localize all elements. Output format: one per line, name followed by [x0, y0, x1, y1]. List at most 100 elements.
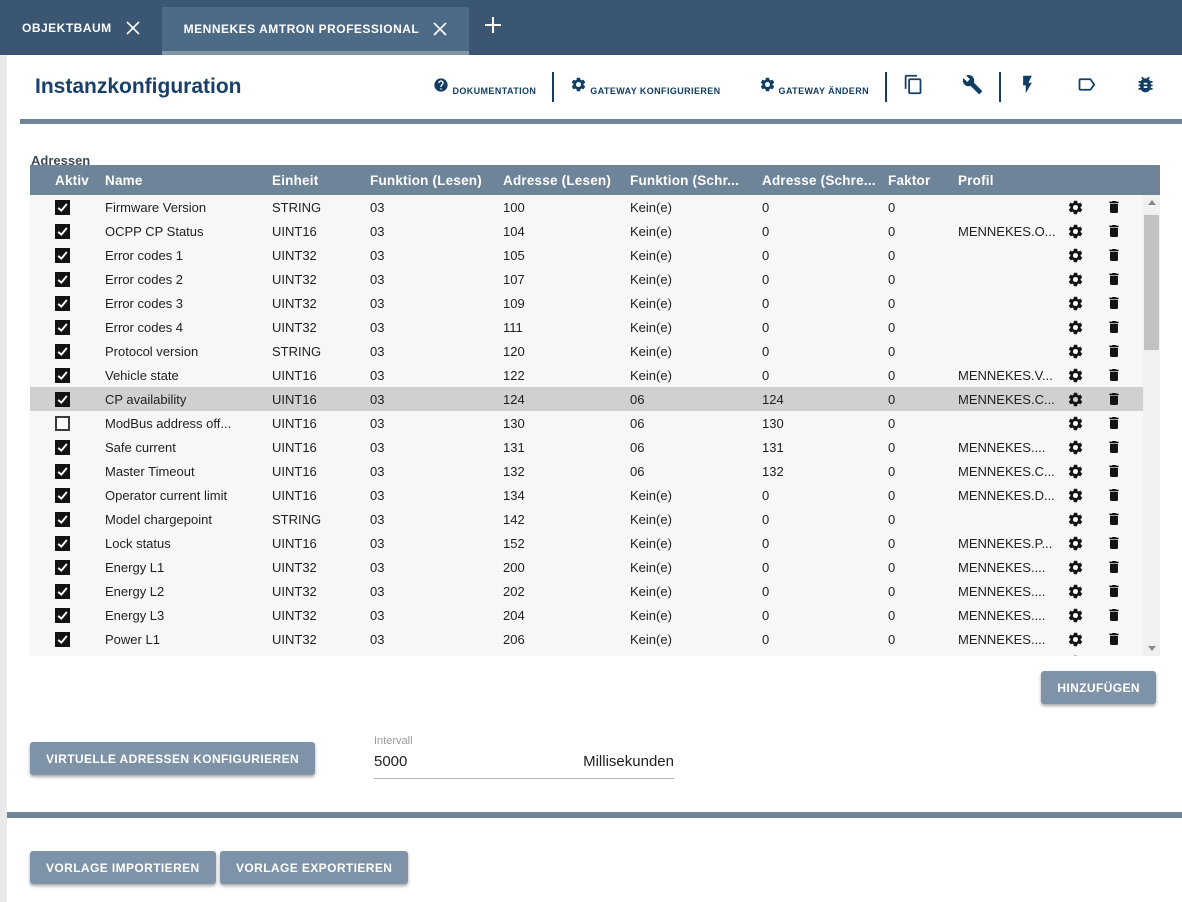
- row-active-checkbox[interactable]: [55, 248, 70, 263]
- row-settings-button[interactable]: [1065, 485, 1085, 505]
- add-tab-button[interactable]: [469, 0, 517, 55]
- row-settings-button[interactable]: [1065, 629, 1085, 649]
- export-template-button[interactable]: VORLAGE EXPORTIEREN: [220, 851, 408, 884]
- add-button[interactable]: HINZUFÜGEN: [1041, 671, 1156, 704]
- row-delete-button[interactable]: [1104, 293, 1124, 313]
- table-row[interactable]: OCPP CP Status UINT16 03 104 Kein(e) 0 0…: [30, 219, 1143, 243]
- row-delete-button[interactable]: [1104, 509, 1124, 529]
- row-active-checkbox[interactable]: [55, 536, 70, 551]
- row-active-checkbox[interactable]: [55, 272, 70, 287]
- row-delete-button[interactable]: [1104, 365, 1124, 385]
- vertical-scrollbar[interactable]: [1143, 195, 1160, 656]
- table-row[interactable]: Protocol version STRING 03 120 Kein(e) 0…: [30, 339, 1143, 363]
- row-settings-button[interactable]: [1065, 413, 1085, 433]
- interval-input[interactable]: [374, 753, 494, 770]
- row-settings-button[interactable]: [1065, 221, 1085, 241]
- row-settings-button[interactable]: [1065, 581, 1085, 601]
- table-row[interactable]: ModBus address off... UINT16 03 130 06 1…: [30, 411, 1143, 435]
- scrollbar-down-arrow[interactable]: [1143, 641, 1160, 656]
- table-row[interactable]: Energy L2 UINT32 03 202 Kein(e) 0 0 MENN…: [30, 579, 1143, 603]
- table-row[interactable]: Error codes 1 UINT32 03 105 Kein(e) 0 0: [30, 243, 1143, 267]
- flash-button[interactable]: [1017, 74, 1038, 100]
- row-active-checkbox[interactable]: [55, 368, 70, 383]
- row-active-checkbox[interactable]: [55, 344, 70, 359]
- row-active-checkbox[interactable]: [55, 464, 70, 479]
- row-delete-button[interactable]: [1104, 389, 1124, 409]
- row-settings-button[interactable]: [1065, 317, 1085, 337]
- table-row[interactable]: Master Timeout UINT16 03 132 06 132 0 ME…: [30, 459, 1143, 483]
- scrollbar-up-arrow[interactable]: [1143, 195, 1160, 210]
- tools-button[interactable]: [962, 74, 983, 100]
- table-row[interactable]: Energy L3 UINT32 03 204 Kein(e) 0 0 MENN…: [30, 603, 1143, 627]
- close-icon[interactable]: [126, 21, 140, 35]
- row-delete-button[interactable]: [1104, 221, 1124, 241]
- row-delete-button[interactable]: [1104, 197, 1124, 217]
- table-row[interactable]: Firmware Version STRING 03 100 Kein(e) 0…: [30, 195, 1143, 219]
- row-settings-button[interactable]: [1065, 365, 1085, 385]
- row-settings-button[interactable]: [1065, 293, 1085, 313]
- table-row[interactable]: Energy L1 UINT32 03 200 Kein(e) 0 0 MENN…: [30, 555, 1143, 579]
- table-row[interactable]: Model chargepoint STRING 03 142 Kein(e) …: [30, 507, 1143, 531]
- row-active-checkbox[interactable]: [55, 320, 70, 335]
- table-row[interactable]: Power L1 UINT32 03 206 Kein(e) 0 0 MENNE…: [30, 627, 1143, 651]
- row-active-checkbox[interactable]: [55, 608, 70, 623]
- row-delete-button[interactable]: [1104, 533, 1124, 553]
- row-active-checkbox[interactable]: [55, 224, 70, 239]
- copy-button[interactable]: [903, 74, 924, 100]
- row-active-checkbox[interactable]: [55, 392, 70, 407]
- tab-mennekes-amtron-professional[interactable]: MENNEKES AMTRON PROFESSIONAL: [162, 7, 470, 55]
- row-settings-button[interactable]: [1065, 605, 1085, 625]
- row-active-checkbox[interactable]: [55, 416, 70, 431]
- row-delete-button[interactable]: [1104, 629, 1124, 649]
- gateway-change-button[interactable]: GATEWAY ÄNDERN: [759, 76, 869, 98]
- row-settings-button[interactable]: [1065, 389, 1085, 409]
- table-row[interactable]: Vehicle state UINT16 03 122 Kein(e) 0 0 …: [30, 363, 1143, 387]
- row-delete-button[interactable]: [1104, 581, 1124, 601]
- table-row[interactable]: Operator current limit UINT16 03 134 Kei…: [30, 483, 1143, 507]
- row-delete-button[interactable]: [1104, 317, 1124, 337]
- table-row[interactable]: Safe current UINT16 03 131 06 131 0 MENN…: [30, 435, 1143, 459]
- table-row[interactable]: Error codes 2 UINT32 03 107 Kein(e) 0 0: [30, 267, 1143, 291]
- tab-objektbaum[interactable]: OBJEKTBAUM: [0, 0, 162, 55]
- row-settings-button[interactable]: [1065, 197, 1085, 217]
- row-active-checkbox[interactable]: [55, 296, 70, 311]
- row-settings-button[interactable]: [1065, 437, 1085, 457]
- configure-virtual-addresses-button[interactable]: VIRTUELLE ADRESSEN KONFIGURIEREN: [30, 742, 315, 775]
- table-row[interactable]: CP availability UINT16 03 124 06 124 0 M…: [30, 387, 1143, 411]
- table-row[interactable]: Error codes 4 UINT32 03 111 Kein(e) 0 0: [30, 315, 1143, 339]
- row-active-checkbox[interactable]: [55, 584, 70, 599]
- row-settings-button[interactable]: [1065, 509, 1085, 529]
- table-row[interactable]: [30, 651, 1143, 656]
- row-delete-button[interactable]: [1104, 557, 1124, 577]
- row-delete-button[interactable]: [1104, 245, 1124, 265]
- row-delete-button[interactable]: [1104, 461, 1124, 481]
- table-row[interactable]: Error codes 3 UINT32 03 109 Kein(e) 0 0: [30, 291, 1143, 315]
- row-active-checkbox[interactable]: [55, 512, 70, 527]
- table-row[interactable]: Lock status UINT16 03 152 Kein(e) 0 0 ME…: [30, 531, 1143, 555]
- row-active-checkbox[interactable]: [55, 488, 70, 503]
- row-delete-button[interactable]: [1104, 269, 1124, 289]
- row-settings-button[interactable]: [1065, 245, 1085, 265]
- row-settings-button[interactable]: [1065, 341, 1085, 361]
- row-delete-button[interactable]: [1104, 413, 1124, 433]
- row-delete-button[interactable]: [1104, 605, 1124, 625]
- label-button[interactable]: [1076, 74, 1097, 100]
- row-active-checkbox[interactable]: [55, 560, 70, 575]
- scrollbar-thumb[interactable]: [1144, 215, 1159, 350]
- close-icon[interactable]: [433, 22, 447, 36]
- import-template-button[interactable]: VORLAGE IMPORTIEREN: [30, 851, 216, 884]
- row-active-checkbox[interactable]: [55, 632, 70, 647]
- row-delete-button[interactable]: [1104, 652, 1124, 656]
- row-delete-button[interactable]: [1104, 341, 1124, 361]
- row-active-checkbox[interactable]: [55, 200, 70, 215]
- row-settings-button[interactable]: [1065, 652, 1085, 656]
- row-settings-button[interactable]: [1065, 533, 1085, 553]
- row-delete-button[interactable]: [1104, 437, 1124, 457]
- gateway-configure-button[interactable]: GATEWAY KONFIGURIEREN: [570, 76, 720, 98]
- row-active-checkbox[interactable]: [55, 440, 70, 455]
- row-settings-button[interactable]: [1065, 461, 1085, 481]
- debug-button[interactable]: [1135, 74, 1156, 100]
- row-settings-button[interactable]: [1065, 557, 1085, 577]
- row-settings-button[interactable]: [1065, 269, 1085, 289]
- row-delete-button[interactable]: [1104, 485, 1124, 505]
